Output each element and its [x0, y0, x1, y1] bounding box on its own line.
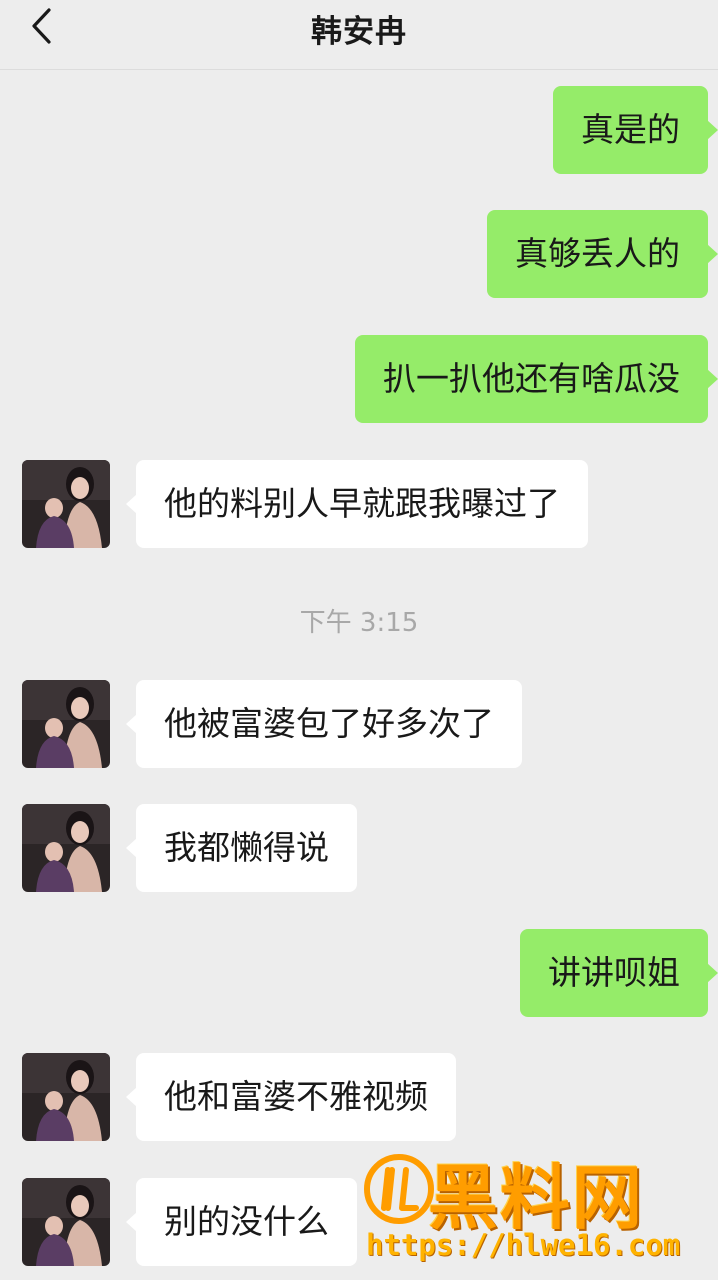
watermark-url: https://hlwe16.com [366, 1228, 681, 1262]
chat-title[interactable]: 韩安冉 [0, 6, 718, 51]
message-bubble-sent[interactable]: 真够丢人的 [487, 210, 718, 298]
timestamp: 下午 3:15 [299, 608, 419, 638]
watermark-logo-icon [364, 1154, 434, 1224]
message-bubble-sent[interactable]: 讲讲呗姐 [520, 929, 718, 1017]
message-bubble-received[interactable]: 他被富婆包了好多次了 [126, 680, 522, 768]
contact-avatar[interactable] [22, 804, 110, 892]
message-bubble-received[interactable]: 别的没什么 [126, 1178, 357, 1266]
message-bubble-received[interactable]: 他的料别人早就跟我曝过了 [126, 460, 588, 548]
message-bubble-sent[interactable]: 真是的 [553, 86, 718, 174]
contact-avatar[interactable] [22, 1053, 110, 1141]
message-bubble-sent[interactable]: 扒一扒他还有啥瓜没 [355, 335, 718, 423]
contact-avatar[interactable] [22, 460, 110, 548]
message-bubble-received[interactable]: 我都懒得说 [126, 804, 357, 892]
contact-avatar[interactable] [22, 1178, 110, 1266]
contact-avatar[interactable] [22, 680, 110, 768]
message-bubble-received[interactable]: 他和富婆不雅视频 [126, 1053, 456, 1141]
watermark: 黑料网 https://hlwe16.com [362, 1148, 702, 1268]
chat-header: 韩安冉 [0, 0, 718, 70]
